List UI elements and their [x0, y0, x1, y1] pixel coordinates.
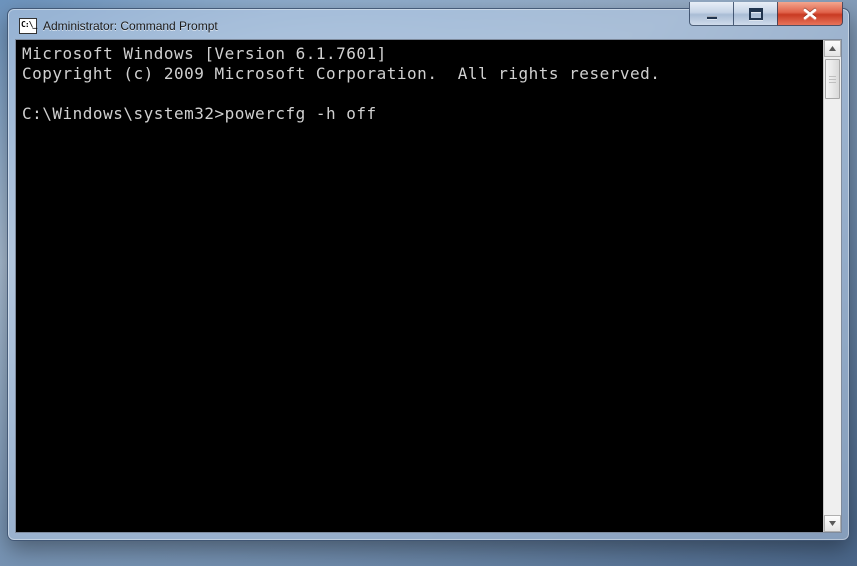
console-line: Microsoft Windows [Version 6.1.7601] [22, 44, 387, 63]
console-line: Copyright (c) 2009 Microsoft Corporation… [22, 64, 660, 83]
maximize-button[interactable] [733, 2, 777, 26]
scroll-track[interactable] [824, 57, 841, 515]
console-prompt: C:\Windows\system32> [22, 104, 225, 123]
chevron-up-icon [828, 44, 837, 53]
vertical-scrollbar[interactable] [823, 40, 841, 532]
caption-buttons [689, 2, 843, 26]
maximize-icon [749, 8, 763, 20]
minimize-icon [706, 8, 718, 20]
chevron-down-icon [828, 519, 837, 528]
window-title: Administrator: Command Prompt [43, 19, 218, 33]
console-output[interactable]: Microsoft Windows [Version 6.1.7601] Cop… [16, 40, 823, 532]
client-area: Microsoft Windows [Version 6.1.7601] Cop… [15, 39, 842, 533]
scroll-thumb[interactable] [825, 59, 840, 99]
minimize-button[interactable] [689, 2, 733, 26]
command-prompt-window: Administrator: Command Prompt [7, 8, 850, 541]
close-icon [803, 8, 817, 20]
console-command: powercfg -h off [225, 104, 377, 123]
scroll-up-button[interactable] [824, 40, 841, 57]
titlebar[interactable]: Administrator: Command Prompt [15, 9, 842, 39]
close-button[interactable] [777, 2, 843, 26]
scroll-down-button[interactable] [824, 515, 841, 532]
cmd-icon [19, 18, 37, 34]
